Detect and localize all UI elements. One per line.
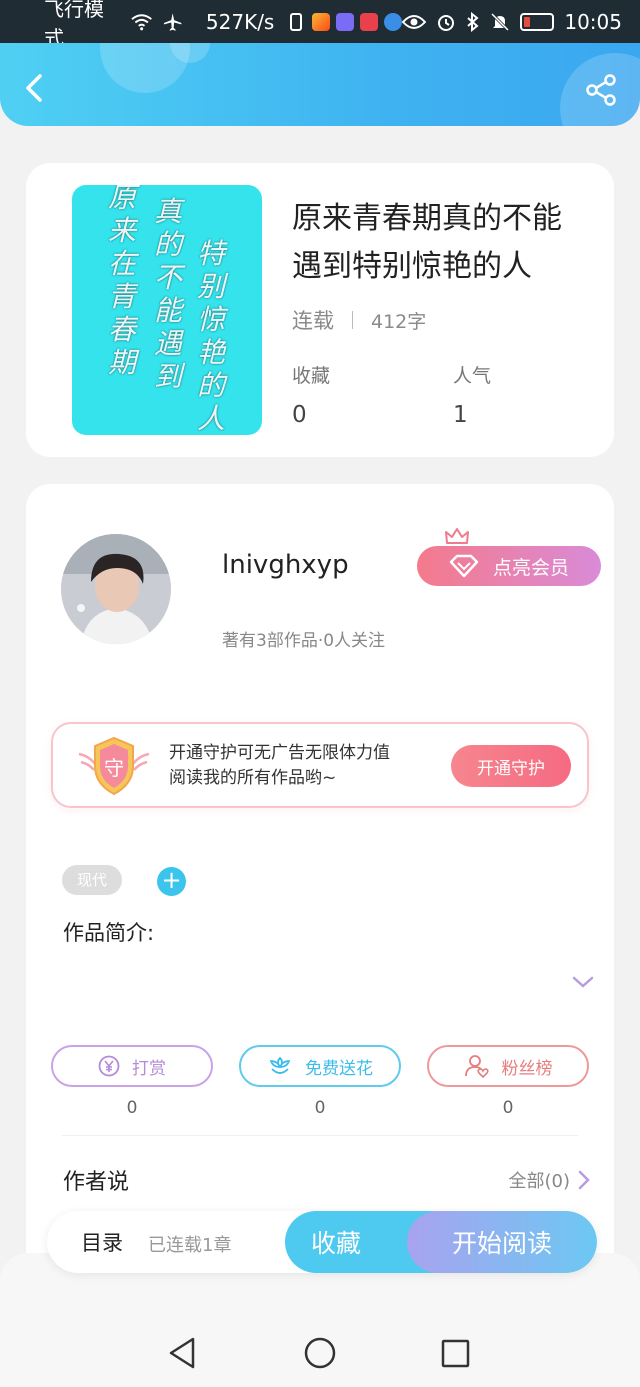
author-card: lnivghxyp 著有3部作品·0人关注 点亮会员 守 开通守护可无广告无限体… xyxy=(26,484,614,1284)
popularity-stat: 人气 1 xyxy=(453,361,491,428)
system-nav-icons xyxy=(169,1337,470,1369)
wifi-icon xyxy=(131,13,153,30)
vip-button-label: 点亮会员 xyxy=(492,556,569,579)
popularity-label: 人气 xyxy=(453,365,492,387)
book-meta: 连载 412字 xyxy=(292,305,426,335)
back-button[interactable] xyxy=(20,73,50,103)
phone-icon xyxy=(290,12,303,31)
vip-button[interactable]: 点亮会员 xyxy=(417,546,601,586)
divider xyxy=(62,1135,578,1136)
nav-back-button[interactable] xyxy=(169,1337,195,1369)
book-app-icon xyxy=(360,12,379,31)
fans-icon xyxy=(464,1055,489,1078)
status-bar: 飞行模式 527K/s 10:05 xyxy=(0,0,640,50)
favorites-value: 0 xyxy=(292,402,307,428)
guard-text-line2: 阅读我的所有作品哟~ xyxy=(169,768,337,788)
chevron-right-icon xyxy=(578,1170,590,1190)
nav-recents-button[interactable] xyxy=(441,1339,470,1368)
airplane-icon xyxy=(163,12,181,31)
favorites-stat: 收藏 0 xyxy=(292,361,330,428)
chevron-down-icon[interactable] xyxy=(571,974,595,990)
battery-icon xyxy=(520,12,555,31)
send-flower-button[interactable]: 免费送花 xyxy=(239,1045,401,1087)
guard-promo-text: 开通守护可无广告无限体力值 阅读我的所有作品哟~ xyxy=(169,741,390,791)
tip-count: 0 xyxy=(126,1098,138,1118)
send-flower-label: 免费送花 xyxy=(305,1058,373,1079)
author-say-title: 作者说 xyxy=(63,1170,130,1195)
tip-button-label: 打赏 xyxy=(132,1058,166,1079)
add-tag-button[interactable]: + xyxy=(157,867,186,896)
share-button[interactable] xyxy=(584,73,618,107)
book-title: 原来青春期真的不能遇到特别惊艳的人 xyxy=(292,201,562,284)
open-guard-button[interactable]: 开通守护 xyxy=(451,745,571,787)
fans-count: 0 xyxy=(502,1098,514,1118)
fans-ranking-button[interactable]: 粉丝榜 xyxy=(427,1045,589,1087)
app-icon xyxy=(312,12,331,31)
flower-count: 0 xyxy=(314,1098,326,1118)
book-status: 连载 xyxy=(292,309,334,333)
start-reading-button[interactable]: 开始阅读 xyxy=(407,1211,597,1273)
eye-icon xyxy=(402,14,427,29)
word-count: 412字 xyxy=(371,310,427,333)
top-header xyxy=(0,43,640,126)
author-say-all-label: 全部(0) xyxy=(508,1171,571,1192)
flower-icon xyxy=(269,1056,291,1074)
author-stats: 著有3部作品·0人关注 xyxy=(222,631,386,651)
diamond-icon xyxy=(449,554,479,578)
browser-app-icon xyxy=(384,12,403,31)
guard-text-line1: 开通守护可无广告无限体力值 xyxy=(169,743,390,763)
guard-promo-banner: 守 开通守护可无广告无限体力值 阅读我的所有作品哟~ 开通守护 xyxy=(51,722,589,808)
book-info-card: 原来在青春期 真的不能遇到 特别惊艳的人 原来青春期真的不能遇到特别惊艳的人 连… xyxy=(26,163,614,457)
fans-ranking-label: 粉丝榜 xyxy=(501,1058,553,1079)
crown-icon xyxy=(445,528,469,544)
book-cover-image[interactable]: 原来在青春期 真的不能遇到 特别惊艳的人 xyxy=(72,185,262,435)
author-avatar[interactable] xyxy=(61,534,171,644)
favorites-label: 收藏 xyxy=(292,365,331,387)
alarm-icon xyxy=(438,14,455,31)
tip-button[interactable]: 打赏 xyxy=(51,1045,213,1087)
network-speed: 527K/s xyxy=(205,9,275,34)
popularity-value: 1 xyxy=(453,402,468,428)
clock: 10:05 xyxy=(564,9,622,34)
yen-icon xyxy=(98,1055,120,1077)
mute-icon xyxy=(491,12,510,31)
bluetooth-icon xyxy=(467,11,479,32)
nav-home-button[interactable] xyxy=(304,1337,336,1369)
genre-tag[interactable]: 现代 xyxy=(62,865,123,895)
music-app-icon xyxy=(336,12,355,31)
intro-label: 作品简介: xyxy=(63,921,155,945)
author-say-all-link[interactable]: 全部(0) xyxy=(509,1167,591,1193)
guard-badge-text: 守 xyxy=(104,756,124,780)
author-name[interactable]: lnivghxyp xyxy=(222,550,349,580)
shield-icon: 守 xyxy=(78,736,150,796)
bottom-action-bar: 目录 已连载1章 收藏 开始阅读 xyxy=(47,1211,597,1273)
chapter-count: 已连载1章 xyxy=(148,1235,232,1256)
toc-button[interactable]: 目录 xyxy=(81,1227,123,1257)
